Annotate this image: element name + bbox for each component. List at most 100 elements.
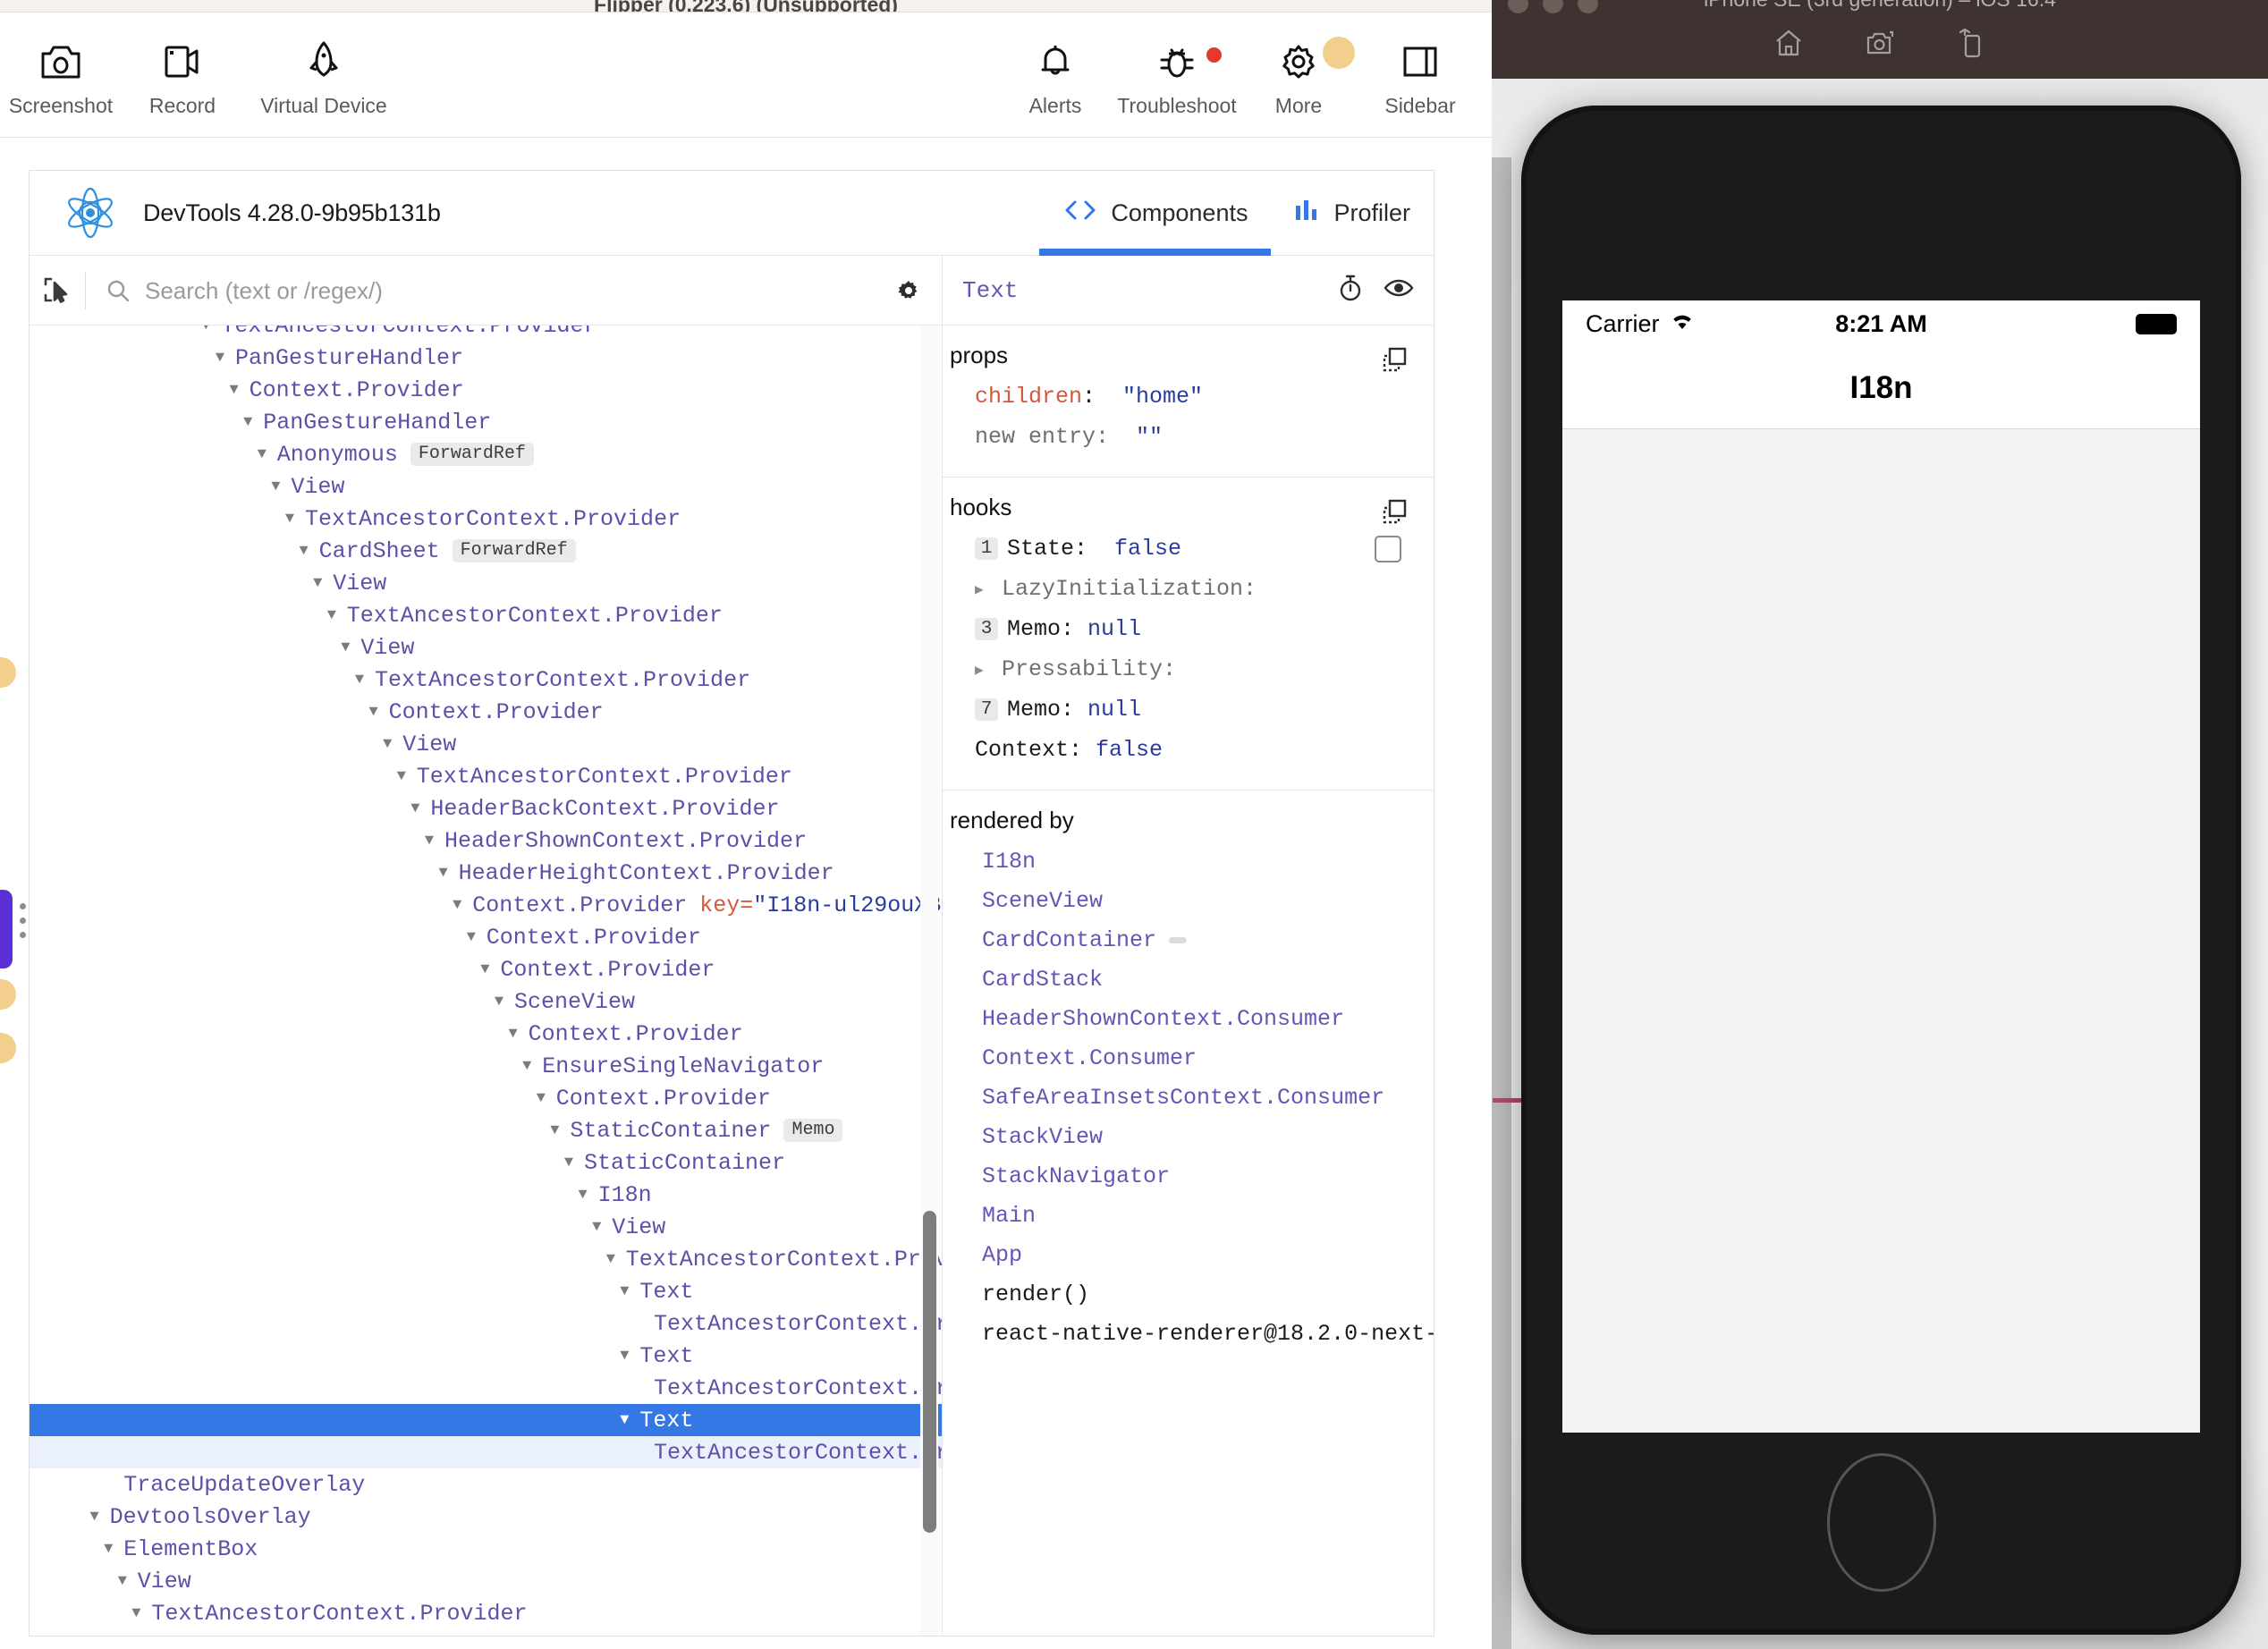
chevron-down-icon[interactable]: ▼: [601, 1251, 621, 1268]
chevron-down-icon[interactable]: ▼: [266, 478, 285, 495]
eye-icon[interactable]: [1384, 276, 1414, 304]
tree-row[interactable]: ▼ View: [30, 1211, 942, 1243]
chevron-down-icon[interactable]: ▼: [98, 1541, 118, 1558]
chevron-down-icon[interactable]: ▼: [573, 1187, 593, 1204]
tree-row[interactable]: ▼ Anonymous ForwardRef: [30, 438, 942, 470]
search-input[interactable]: [145, 276, 876, 305]
tree-row[interactable]: ▼TextAncestorContext.Provider: [30, 326, 942, 342]
tree-row[interactable]: ▼TextAncestorContext.Provider: [30, 1372, 942, 1404]
copy-icon[interactable]: [1380, 345, 1409, 378]
screenshot-button[interactable]: Screenshot: [0, 26, 122, 126]
tree-row[interactable]: ▼TraceUpdateOverlay: [30, 1468, 942, 1501]
rendered-by-item[interactable]: SceneView: [943, 881, 1434, 920]
chevron-down-icon[interactable]: ▼: [587, 1219, 606, 1236]
tree-row[interactable]: ▼ Context.Provider key="I18n-ul29ouXBU..: [30, 889, 942, 921]
tree-row[interactable]: ▼ SceneView: [30, 985, 942, 1018]
tree-row[interactable]: ▼ View: [30, 1565, 942, 1597]
troubleshoot-button[interactable]: Troubleshoot: [1116, 26, 1238, 126]
component-tree[interactable]: ▼ TextAncestorContext.Provider ▼ PanGesture…: [30, 326, 943, 1636]
tree-row[interactable]: ▼ CardSheet ForwardRef: [30, 535, 942, 567]
tree-row[interactable]: ▼ Text: [30, 1275, 942, 1307]
rendered-by-item[interactable]: CardStack: [943, 960, 1434, 999]
chevron-down-icon[interactable]: ▼: [126, 1605, 146, 1622]
tree-row[interactable]: ▼TextAncestorContext.Provider: [30, 1436, 942, 1468]
chevron-down-icon[interactable]: ▼: [252, 446, 272, 463]
chevron-right-icon[interactable]: ▶: [975, 580, 994, 598]
tab-profiler[interactable]: Profiler: [1271, 171, 1434, 256]
tree-row[interactable]: ▼TextAncestorContext.Provider: [30, 760, 942, 792]
gear-icon[interactable]: [876, 277, 942, 304]
chevron-down-icon[interactable]: ▼: [475, 961, 495, 978]
tree-scrollbar-thumb[interactable]: [923, 1211, 936, 1533]
tree-scrollbar[interactable]: [920, 326, 938, 1636]
chevron-down-icon[interactable]: ▼: [113, 1573, 132, 1590]
tree-row[interactable]: ▼ DevtoolsOverlay: [30, 1501, 942, 1533]
chevron-down-icon[interactable]: ▼: [545, 1122, 564, 1139]
tree-row[interactable]: ▼ I18n: [30, 1179, 942, 1211]
rendered-by-item[interactable]: Main: [943, 1196, 1434, 1235]
copy-icon[interactable]: [1380, 497, 1409, 530]
hook-row[interactable]: 3 Memo: null: [943, 609, 1434, 649]
tree-row[interactable]: ▼ Context.Provider: [30, 953, 942, 985]
panel-resize-handle[interactable]: [20, 903, 26, 938]
alerts-button[interactable]: Alerts: [994, 26, 1116, 126]
virtual-device-button[interactable]: Virtual Device: [243, 26, 404, 126]
tree-row[interactable]: ▼TextAncestorContext.Provider: [30, 1307, 942, 1340]
chevron-down-icon[interactable]: ▼: [531, 1090, 551, 1107]
chevron-down-icon[interactable]: ▼: [419, 833, 439, 850]
tree-row[interactable]: ▼ HeaderBackContext.Provider: [30, 792, 942, 824]
chevron-down-icon[interactable]: ▼: [447, 897, 467, 914]
chevron-down-icon[interactable]: ▼: [85, 1509, 105, 1526]
tree-row[interactable]: ▼ PanGestureHandler: [30, 342, 942, 374]
tree-row[interactable]: ▼ View: [30, 567, 942, 599]
chevron-down-icon[interactable]: ▼: [238, 414, 258, 431]
rendered-by-item[interactable]: Context.Consumer: [943, 1038, 1434, 1078]
tree-row[interactable]: ▼ PanGestureHandler: [30, 406, 942, 438]
chevron-down-icon[interactable]: ▼: [335, 639, 355, 656]
chevron-down-icon[interactable]: ▼: [377, 736, 397, 753]
rendered-by-item[interactable]: StackView: [943, 1117, 1434, 1156]
tree-row[interactable]: ▼ HeaderShownContext.Provider: [30, 824, 942, 857]
prop-row[interactable]: children: "home": [943, 376, 1434, 417]
rendered-by-item[interactable]: SafeAreaInsetsContext.Consumer: [943, 1078, 1434, 1117]
chevron-down-icon[interactable]: ▼: [210, 350, 230, 367]
hook-row[interactable]: ▶ LazyInitialization:: [943, 569, 1434, 609]
chevron-down-icon[interactable]: ▼: [405, 800, 425, 817]
rendered-by-item[interactable]: App: [943, 1235, 1434, 1274]
hook-toggle-checkbox[interactable]: [1375, 535, 1401, 562]
record-button[interactable]: Record: [122, 26, 243, 126]
hook-row[interactable]: 1 State: false: [943, 529, 1434, 569]
rendered-by-item[interactable]: CardContainer: [943, 920, 1434, 960]
tree-row[interactable]: ▼TextAncestorContext.Provider: [30, 503, 942, 535]
iphone-screen[interactable]: Carrier 8:21 AM I18n: [1562, 300, 2200, 1433]
tree-row[interactable]: ▼ HeaderHeightContext.Provider: [30, 857, 942, 889]
chevron-down-icon[interactable]: ▼: [364, 704, 384, 721]
tree-row[interactable]: ▼ View: [30, 470, 942, 503]
stopwatch-icon[interactable]: [1337, 274, 1364, 307]
chevron-down-icon[interactable]: ▼: [350, 672, 369, 689]
chevron-down-icon[interactable]: ▼: [322, 607, 342, 624]
home-icon[interactable]: [1769, 23, 1808, 63]
tree-row[interactable]: ▼TextAncestorContext.Provider: [30, 599, 942, 631]
chevron-down-icon[interactable]: ▼: [280, 511, 300, 528]
rotate-device-icon[interactable]: [1951, 23, 1991, 63]
chevron-down-icon[interactable]: ▼: [614, 1412, 634, 1429]
tree-row[interactable]: ▼ Context.Provider: [30, 1082, 942, 1114]
hook-row[interactable]: 7 Memo: null: [943, 689, 1434, 730]
sidebar-button[interactable]: Sidebar: [1359, 26, 1481, 126]
rendered-by-item[interactable]: I18n: [943, 841, 1434, 881]
chevron-down-icon[interactable]: ▼: [294, 543, 314, 560]
tree-row[interactable]: ▼ ElementBox: [30, 1533, 942, 1565]
screenshot-camera-icon[interactable]: [1860, 23, 1900, 63]
tree-row[interactable]: ▼ Context.Provider: [30, 921, 942, 953]
home-button[interactable]: [1826, 1453, 1936, 1592]
tab-components[interactable]: Components: [1039, 171, 1272, 256]
tree-row[interactable]: ▼ StaticContainer Memo: [30, 1114, 942, 1146]
chevron-down-icon[interactable]: ▼: [224, 382, 244, 399]
chevron-down-icon[interactable]: ▼: [614, 1348, 634, 1365]
chevron-down-icon[interactable]: ▼: [489, 994, 509, 1011]
tree-row[interactable]: ▼TextAncestorContext.Provider: [30, 1243, 942, 1275]
tree-row-selected[interactable]: ▼ Text: [30, 1404, 942, 1436]
chevron-down-icon[interactable]: ▼: [392, 768, 411, 785]
tree-row[interactable]: ▼ View: [30, 631, 942, 664]
